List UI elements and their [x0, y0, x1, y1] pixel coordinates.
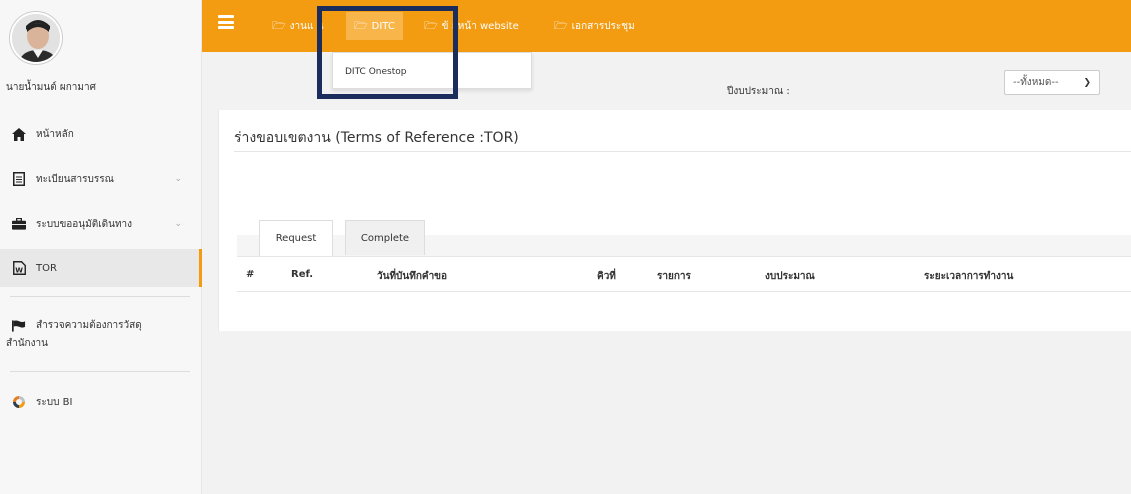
sidebar-item-correspondence[interactable]: ทะเบียนสารบรรณ ⌄	[0, 167, 202, 191]
chevron-down-icon: ⌄	[174, 174, 182, 184]
tab-label: Complete	[360, 232, 410, 244]
sidebar-item-supplies-survey[interactable]: สำรวจความต้องการวัสดุ สำนักงาน	[0, 316, 202, 356]
tor-panel: ร่างขอบเขตงาน (Terms of Reference :TOR) …	[218, 110, 1131, 331]
hamburger-menu-icon[interactable]	[218, 15, 234, 29]
sidebar-item-home[interactable]: หน้าหลัก	[0, 122, 202, 146]
column-header[interactable]: รายการ	[657, 269, 691, 284]
column-header[interactable]: คิวที่	[597, 269, 616, 284]
highlight-box	[317, 6, 458, 99]
folder-open-icon: 🗁	[272, 18, 286, 32]
sidebar-item-label: ทะเบียนสารบรรณ	[36, 173, 114, 185]
document-icon	[12, 172, 26, 186]
sidebar-item-tor[interactable]: W TOR	[0, 249, 202, 287]
page-title: ร่างขอบเขตงาน (Terms of Reference :TOR)	[234, 130, 519, 146]
bi-logo-icon	[12, 395, 26, 409]
svg-text:W: W	[15, 267, 23, 275]
sidebar-divider	[10, 371, 190, 372]
folder-open-icon: 🗁	[554, 18, 568, 32]
title-divider	[234, 151, 1131, 152]
column-header[interactable]: #	[246, 269, 254, 280]
column-header[interactable]: ระยะเวลาการทำงาน	[924, 269, 1013, 284]
column-header[interactable]: Ref.	[291, 269, 313, 280]
sidebar-divider	[10, 296, 190, 297]
tab-label: Request	[275, 233, 317, 244]
sidebar-item-label: สำรวจความต้องการวัสดุ	[36, 320, 142, 331]
top-menu-label: เอกสารประชุม	[571, 20, 635, 32]
home-icon	[12, 127, 26, 141]
top-menu-meeting-docs[interactable]: 🗁 เอกสารประชุม	[546, 12, 643, 40]
sidebar-item-label: TOR	[36, 262, 57, 274]
sidebar-item-label: ระบบ BI	[36, 396, 73, 408]
sidebar: นายน้ำมนต์ ผกามาศ หน้าหลัก ทะเบียนสารบรร…	[0, 0, 202, 494]
sidebar-item-label-line2: สำนักงาน	[6, 338, 48, 349]
chevron-down-icon: ❯	[1083, 77, 1091, 88]
tab-complete[interactable]: Complete	[345, 220, 425, 255]
user-name: นายน้ำมนต์ ผกามาศ	[6, 82, 96, 93]
column-header[interactable]: วันที่บันทึกคำขอ	[377, 269, 447, 284]
sidebar-item-bi[interactable]: ระบบ BI	[0, 390, 202, 414]
sidebar-item-label: หน้าหลัก	[36, 128, 74, 140]
sidebar-item-travel[interactable]: ระบบขออนุมัติเดินทาง ⌄	[0, 212, 202, 236]
sidebar-item-label: ระบบขออนุมัติเดินทาง	[36, 218, 133, 230]
table-header: # Ref. วันที่บันทึกคำขอ คิวที่ รายการ งบ…	[237, 256, 1131, 292]
fiscal-year-select[interactable]: --ทั้งหมด-- ❯	[1004, 70, 1100, 95]
chevron-down-icon: ⌄	[174, 219, 182, 229]
tab-request[interactable]: Request	[259, 220, 333, 256]
fiscal-year-label: ปีงบประมาณ :	[727, 86, 790, 97]
word-file-icon: W	[12, 261, 26, 275]
briefcase-icon	[12, 217, 26, 231]
avatar[interactable]	[10, 12, 62, 64]
fiscal-year-value: --ทั้งหมด--	[1013, 77, 1059, 88]
flag-icon	[12, 319, 26, 333]
column-header[interactable]: งบประมาณ	[765, 269, 815, 284]
